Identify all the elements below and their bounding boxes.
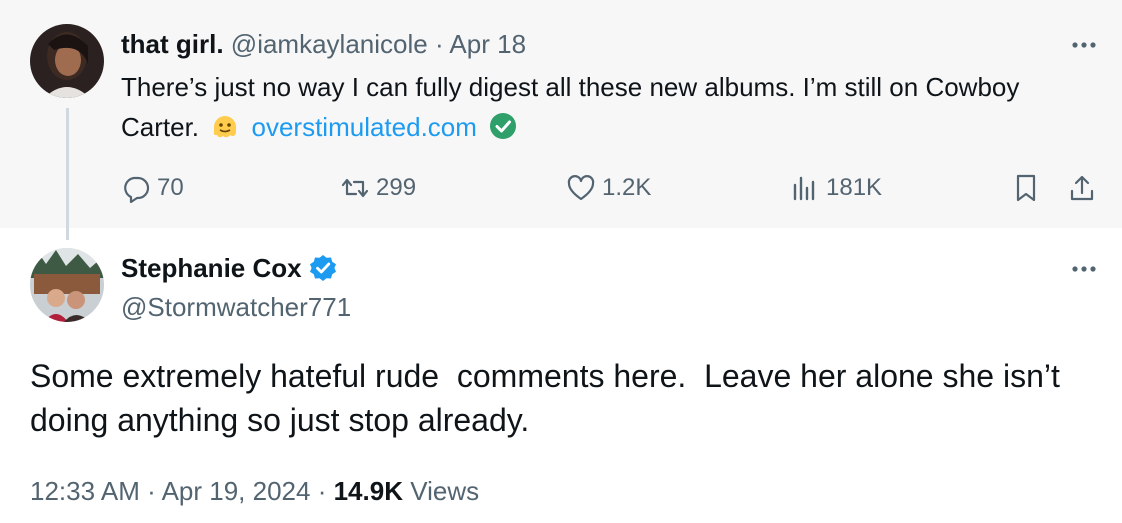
like-count: 1.2K xyxy=(602,174,652,201)
parent-tweet[interactable]: that girl. @iamkaylanicole · Apr 18 Ther… xyxy=(0,0,1122,228)
meta-separator: · xyxy=(147,476,156,506)
parent-date[interactable]: Apr 18 xyxy=(449,29,526,59)
reply-author: Stephanie Cox xyxy=(121,251,338,285)
views-button[interactable]: 181K xyxy=(790,168,882,208)
blue-verified-icon xyxy=(309,255,336,281)
melting-face-emoji-icon xyxy=(210,111,240,141)
reply-tweet-text: Some extremely hateful rude comments her… xyxy=(30,358,1069,438)
parent-author-name[interactable]: that girl. xyxy=(121,29,224,59)
reply-meta: 12:33 AM · Apr 19, 2024 · 14.9K Views xyxy=(30,474,479,508)
reply-button[interactable]: 70 xyxy=(121,168,184,208)
bookmark-button[interactable] xyxy=(1011,168,1047,208)
reply-more-options-icon[interactable] xyxy=(1067,252,1101,286)
share-icon xyxy=(1070,175,1094,201)
parent-header: that girl. @iamkaylanicole · Apr 18 xyxy=(121,28,526,60)
reply-avatar[interactable] xyxy=(30,248,104,322)
thread-connector-line xyxy=(66,108,69,240)
bookmark-icon xyxy=(1016,174,1036,202)
views-count: 181K xyxy=(826,174,883,201)
reply-date[interactable]: Apr 19, 2024 xyxy=(162,476,311,506)
analytics-icon xyxy=(793,176,815,201)
parent-avatar[interactable] xyxy=(30,24,104,98)
reply-handle[interactable]: @Stormwatcher771 xyxy=(121,290,351,324)
reply-views-count: 14.9K xyxy=(333,476,403,506)
reply-views-label: Views xyxy=(410,476,480,506)
repost-icon xyxy=(341,178,369,198)
meta-separator: · xyxy=(317,476,327,506)
reply-count: 70 xyxy=(157,174,184,201)
reply-icon xyxy=(124,176,150,203)
repost-count: 299 xyxy=(376,174,417,201)
heart-icon xyxy=(567,175,595,201)
header-separator: · xyxy=(434,29,444,59)
more-options-icon[interactable] xyxy=(1067,28,1101,62)
repost-button[interactable]: 299 xyxy=(340,168,416,208)
reply-author-name[interactable]: Stephanie Cox xyxy=(121,251,302,285)
share-button[interactable] xyxy=(1067,168,1103,208)
green-check-icon xyxy=(488,111,518,141)
parent-action-bar: 70 299 1.2K 181K xyxy=(0,168,1122,208)
parent-link[interactable]: overstimulated.com xyxy=(252,112,477,142)
like-button[interactable]: 1.2K xyxy=(566,168,651,208)
reply-time[interactable]: 12:33 AM xyxy=(30,476,140,506)
parent-tweet-text: There’s just no way I can fully digest a… xyxy=(121,67,1051,147)
parent-handle[interactable]: @iamkaylanicole xyxy=(231,29,428,59)
